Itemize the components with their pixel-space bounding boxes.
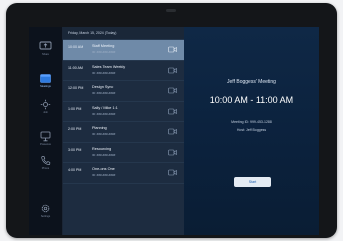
meeting-time: 1:00 PM (68, 106, 82, 111)
rail-label-settings: Settings (40, 215, 51, 218)
meeting-row[interactable]: 3:00 PM Resourcing ID: ###-###-#### (63, 143, 184, 163)
meeting-detail-host: Host: Jeff Boggess (236, 128, 267, 132)
gear-icon (41, 204, 50, 213)
meeting-id: ID: ###-###-#### (92, 152, 116, 157)
meeting-row[interactable]: 2:00 PM Planning ID: ###-###-#### (63, 122, 184, 143)
meeting-detail-title: Jeff Boggess' Meeting (227, 79, 276, 85)
video-camera-icon (168, 128, 177, 135)
meeting-time: 3:00 PM (68, 147, 82, 152)
meeting-row[interactable]: 11:00 AM Sales Team Weekly ID: ###-###-#… (63, 61, 184, 81)
meeting-time: 12:00 PM (68, 86, 84, 90)
meeting-row[interactable]: 1:00 PM Sally / Mike 1:1 ID: ###-###-###… (63, 102, 184, 122)
video-camera-icon (168, 169, 177, 176)
meeting-time: 10:00 AM (68, 45, 84, 49)
meeting-time: 4:00 PM (68, 168, 82, 172)
meeting-id: ID: ###-###-#### (92, 70, 116, 75)
meeting-id: ID: ###-###-#### (92, 91, 116, 95)
zoom-rooms-controller-device: Share Meetings Join Presence Phone Setti… (6, 3, 337, 238)
rail-item-settings[interactable]: Settings (29, 203, 62, 227)
rail-item-phone[interactable]: Phone (29, 155, 62, 179)
video-camera-icon (168, 67, 177, 73)
video-camera-icon (168, 46, 177, 53)
meeting-title: Sally / Mike 1:1 (92, 105, 118, 110)
meeting-row[interactable]: 4:00 PM One-ons One ID: ###-###-#### (63, 163, 184, 184)
camera-sensor (166, 9, 176, 12)
meeting-detail-panel: Jeff Boggess' Meeting 10:00 AM - 11:00 A… (184, 27, 319, 235)
rail-label-join: Join (43, 111, 48, 114)
meeting-id: ID: ###-###-#### (92, 173, 116, 177)
rail-item-join[interactable]: Join (29, 99, 62, 123)
meeting-time: 11:00 AM (68, 65, 83, 70)
rail-label-share: Share (42, 53, 49, 56)
video-camera-icon (168, 108, 177, 114)
touch-screen: Share Meetings Join Presence Phone Setti… (29, 27, 319, 235)
meeting-detail-id: Meeting ID: 999-453-1288 (231, 120, 272, 124)
meeting-title: Staff Meeting (92, 44, 115, 48)
meeting-title: Design Sync (92, 85, 114, 89)
phone-icon (41, 156, 51, 165)
calendar-icon (40, 74, 51, 83)
meeting-id: ID: ###-###-#### (92, 50, 116, 54)
meeting-title: One-ons One (92, 167, 115, 171)
date-header: Friday, March 15, 2024 (Today) (63, 27, 184, 40)
rail-item-presence[interactable]: Presence (29, 131, 62, 155)
meeting-id: ID: ###-###-#### (92, 111, 116, 116)
presentation-icon (40, 131, 51, 142)
meeting-title: Planning (92, 126, 107, 130)
meeting-id: ID: ###-###-#### (92, 132, 116, 136)
rail-item-share[interactable]: Share (29, 41, 62, 65)
rail-label-phone: Phone (41, 167, 50, 170)
meeting-detail-time: 10:00 AM - 11:00 AM (209, 95, 294, 105)
meeting-title: Resourcing (92, 146, 112, 151)
meeting-title: Sales Team Weekly (92, 64, 126, 69)
start-meeting-button[interactable]: Start (234, 177, 271, 187)
meeting-row[interactable]: 10:00 AM Staff Meeting ID: ###-###-#### (63, 40, 184, 61)
rail-label-meetings: Meetings (40, 85, 51, 88)
rail-label-presence: Presence (40, 143, 51, 146)
meeting-list: Friday, March 15, 2024 (Today) 10:00 AM … (63, 27, 184, 235)
join-icon (40, 99, 51, 110)
rail-item-meetings[interactable]: Meetings (29, 73, 62, 97)
share-screen-icon (39, 41, 52, 50)
meeting-row[interactable]: 12:00 PM Design Sync ID: ###-###-#### (63, 81, 184, 102)
video-camera-icon (168, 149, 177, 155)
meeting-time: 2:00 PM (68, 127, 82, 131)
video-camera-icon (168, 87, 177, 94)
left-nav-rail: Share Meetings Join Presence Phone Setti… (29, 27, 63, 235)
